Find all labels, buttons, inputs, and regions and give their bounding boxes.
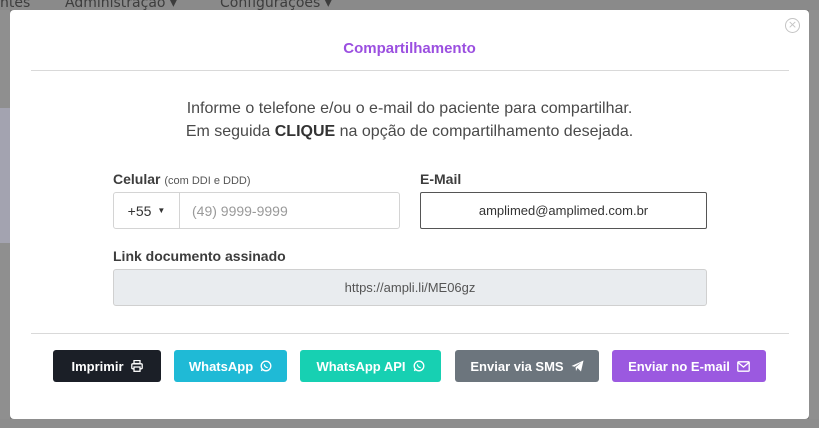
background-bottom-edge bbox=[0, 419, 819, 428]
printer-icon bbox=[130, 360, 143, 372]
divider bbox=[31, 70, 789, 71]
modal-title: Compartilhamento bbox=[343, 40, 476, 57]
print-button[interactable]: Imprimir bbox=[53, 350, 161, 382]
email-input[interactable] bbox=[420, 192, 707, 229]
phone-label: Celular (com DDI e DDD) bbox=[113, 171, 251, 187]
background-left-edge bbox=[0, 10, 10, 428]
close-icon[interactable]: × bbox=[785, 18, 800, 33]
ddi-value: +55 bbox=[127, 202, 152, 219]
background-right-edge bbox=[809, 10, 819, 428]
phone-input[interactable] bbox=[180, 193, 399, 228]
ddi-select[interactable]: +55 ▼ bbox=[114, 193, 180, 228]
link-label: Link documento assinado bbox=[113, 248, 286, 264]
instructions-line-1: Informe o telefone e/ou o e-mail do paci… bbox=[186, 100, 633, 117]
paper-plane-icon bbox=[571, 360, 584, 372]
send-email-button[interactable]: Enviar no E-mail bbox=[612, 350, 766, 382]
whatsapp-api-button[interactable]: WhatsApp API bbox=[300, 350, 441, 382]
background-navbar: ntes Administração ▾ Configurações ▾ bbox=[0, 0, 819, 11]
envelope-icon bbox=[737, 360, 750, 372]
send-sms-button[interactable]: Enviar via SMS bbox=[455, 350, 599, 382]
whatsapp-icon bbox=[260, 360, 272, 372]
whatsapp-button[interactable]: WhatsApp bbox=[174, 350, 287, 382]
caret-down-icon: ▼ bbox=[157, 206, 166, 215]
whatsapp-icon bbox=[413, 360, 425, 372]
phone-hint: (com DDI e DDD) bbox=[164, 175, 251, 187]
divider bbox=[31, 333, 789, 334]
share-modal: × Compartilhamento Informe o telefone e/… bbox=[10, 10, 809, 419]
instructions: Informe o telefone e/ou o e-mail do paci… bbox=[10, 97, 809, 143]
instructions-line-2: Em seguida CLIQUE na opção de compartilh… bbox=[185, 123, 634, 140]
phone-input-group: +55 ▼ bbox=[113, 192, 400, 229]
link-field: https://ampli.li/ME06gz bbox=[113, 269, 707, 306]
clique-emphasis: CLIQUE bbox=[274, 123, 336, 140]
email-label: E-Mail bbox=[420, 171, 462, 187]
